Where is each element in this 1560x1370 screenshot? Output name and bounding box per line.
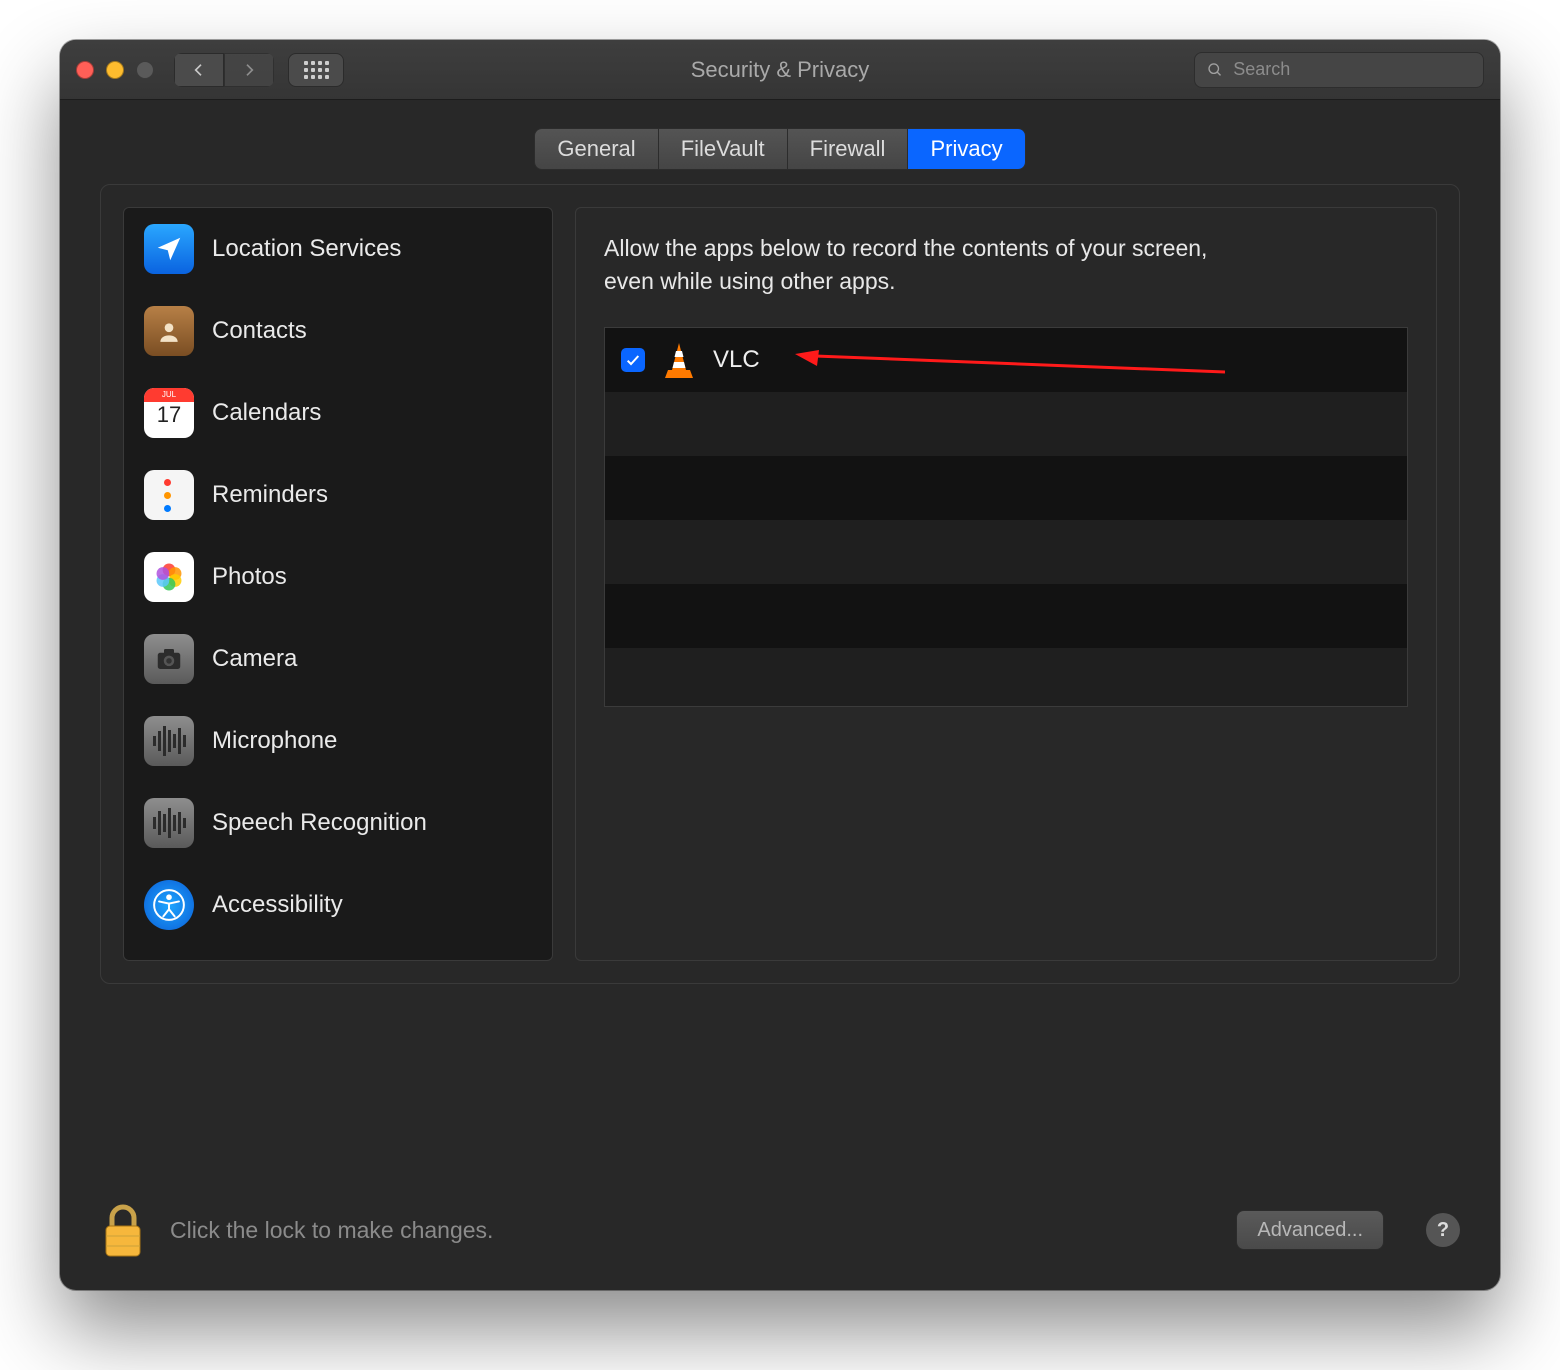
footer: Click the lock to make changes. Advanced… [60, 1170, 1500, 1290]
app-row-empty [605, 392, 1407, 456]
help-button[interactable]: ? [1426, 1213, 1460, 1247]
sidebar-item-microphone[interactable]: Microphone [124, 700, 552, 782]
tab-firewall[interactable]: Firewall [787, 129, 908, 169]
chevron-right-icon [241, 62, 257, 78]
accessibility-icon [144, 880, 194, 930]
tab-label: FileVault [681, 136, 765, 162]
tab-label: Privacy [930, 136, 1002, 162]
show-all-button[interactable] [288, 53, 344, 87]
grid-icon [304, 61, 329, 79]
apps-list[interactable]: VLC [604, 327, 1408, 707]
sidebar-item-label: Contacts [212, 317, 307, 345]
annotation-arrow [795, 350, 1225, 385]
close-window-button[interactable] [76, 61, 94, 79]
app-checkbox[interactable] [621, 348, 645, 372]
tab-general[interactable]: General [535, 129, 657, 169]
advanced-button[interactable]: Advanced... [1236, 1210, 1384, 1250]
lock-hint-text: Click the lock to make changes. [170, 1217, 493, 1244]
privacy-category-list[interactable]: Location Services Contacts JUL 17 Calend… [123, 207, 553, 961]
tab-privacy[interactable]: Privacy [907, 129, 1024, 169]
app-row-empty [605, 520, 1407, 584]
app-row-empty [605, 456, 1407, 520]
search-input[interactable] [1233, 59, 1471, 80]
sidebar-item-label: Calendars [212, 399, 321, 427]
contacts-icon [144, 306, 194, 356]
sidebar-item-photos[interactable]: Photos [124, 536, 552, 618]
calendar-icon: JUL 17 [144, 388, 194, 438]
content-panel: Location Services Contacts JUL 17 Calend… [100, 184, 1460, 984]
right-pane: Allow the apps below to record the conte… [575, 207, 1437, 961]
preferences-window: Security & Privacy General FileVault Fir… [60, 40, 1500, 1290]
sidebar-item-label: Accessibility [212, 891, 343, 919]
zoom-window-button[interactable] [136, 61, 154, 79]
forward-button[interactable] [224, 53, 274, 87]
sidebar-item-label: Camera [212, 645, 297, 673]
sidebar-item-accessibility[interactable]: Accessibility [124, 864, 552, 946]
sidebar-item-location-services[interactable]: Location Services [124, 208, 552, 290]
app-name: VLC [713, 346, 760, 374]
chevron-left-icon [191, 62, 207, 78]
tab-label: Firewall [810, 136, 886, 162]
tab-label: General [557, 136, 635, 162]
sidebar-item-calendars[interactable]: JUL 17 Calendars [124, 372, 552, 454]
app-row-empty [605, 584, 1407, 648]
sidebar-item-speech-recognition[interactable]: Speech Recognition [124, 782, 552, 864]
help-icon: ? [1437, 1219, 1449, 1242]
sidebar-item-label: Reminders [212, 481, 328, 509]
sidebar-item-label: Location Services [212, 235, 401, 263]
back-button[interactable] [174, 53, 224, 87]
camera-icon [144, 634, 194, 684]
sidebar-item-label: Speech Recognition [212, 809, 427, 837]
sidebar-item-reminders[interactable]: Reminders [124, 454, 552, 536]
tab-filevault[interactable]: FileVault [658, 129, 787, 169]
search-field-wrap[interactable] [1194, 52, 1484, 88]
reminders-icon [144, 470, 194, 520]
titlebar: Security & Privacy [60, 40, 1500, 100]
search-icon [1207, 61, 1223, 79]
check-icon [625, 352, 641, 368]
lock-button[interactable] [100, 1202, 146, 1258]
tabs-wrap: General FileVault Firewall Privacy [60, 100, 1500, 184]
sidebar-item-camera[interactable]: Camera [124, 618, 552, 700]
microphone-icon [144, 716, 194, 766]
window-controls [76, 61, 154, 79]
vlc-icon [659, 340, 699, 380]
app-row-vlc[interactable]: VLC [605, 328, 1407, 392]
tabs: General FileVault Firewall Privacy [534, 128, 1025, 170]
speech-icon [144, 798, 194, 848]
location-icon [144, 224, 194, 274]
minimize-window-button[interactable] [106, 61, 124, 79]
permission-description: Allow the apps below to record the conte… [604, 232, 1244, 299]
photos-icon [144, 552, 194, 602]
app-row-empty [605, 648, 1407, 707]
sidebar-item-label: Microphone [212, 727, 337, 755]
sidebar-item-label: Photos [212, 563, 287, 591]
nav-back-forward [174, 53, 274, 87]
sidebar-item-contacts[interactable]: Contacts [124, 290, 552, 372]
advanced-button-label: Advanced... [1257, 1219, 1363, 1242]
